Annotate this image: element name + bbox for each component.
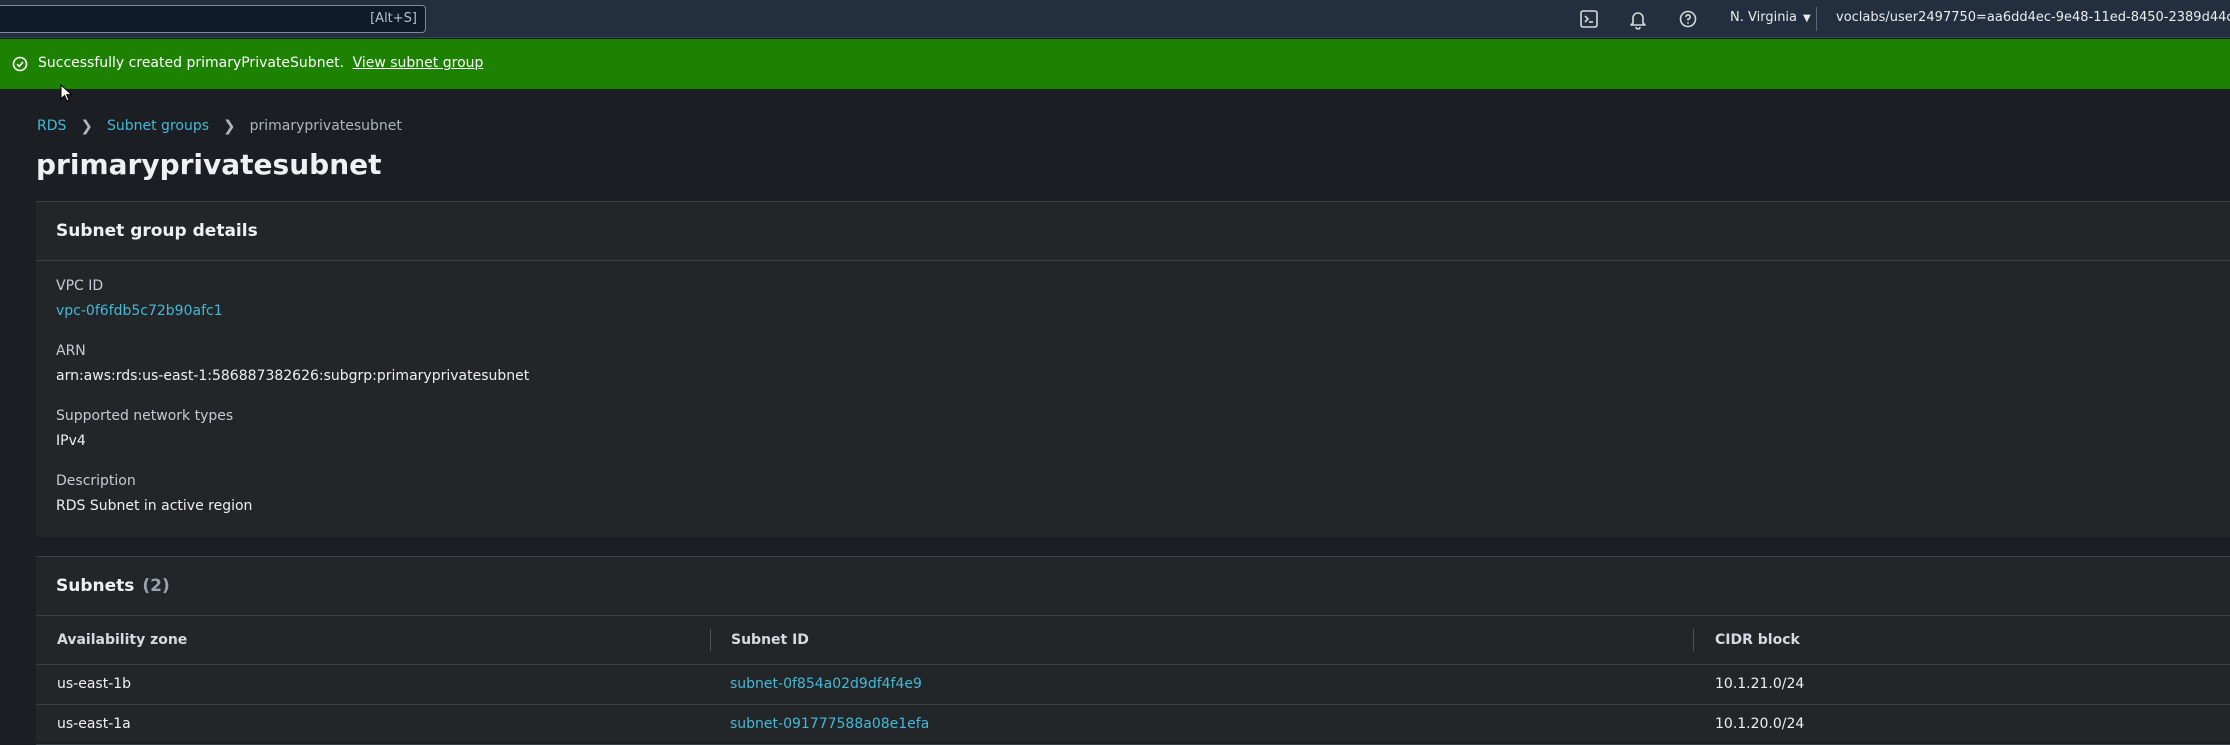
column-divider[interactable] — [710, 629, 711, 651]
subnets-panel-title: Subnets (2) — [56, 576, 170, 596]
breadcrumb: RDS ❯ Subnet groups ❯ primaryprivatesubn… — [37, 117, 402, 135]
vpc-id-link[interactable]: vpc-0f6fdb5c72b90afc1 — [56, 303, 223, 319]
view-subnet-group-link[interactable]: View subnet group — [353, 55, 484, 71]
subnets-panel: Subnets (2) Availability zone Subnet ID C… — [36, 556, 2230, 745]
success-flash-banner: Successfully created primaryPrivateSubne… — [0, 39, 2230, 89]
breadcrumb-current: primaryprivatesubnet — [249, 118, 402, 134]
arn-field: ARN arn:aws:rds:us-east-1:586887382626:s… — [56, 343, 529, 384]
details-panel-header: Subnet group details — [36, 202, 2230, 261]
success-check-icon — [12, 56, 28, 72]
column-divider[interactable] — [1693, 629, 1694, 651]
region-label: N. Virginia — [1730, 10, 1798, 25]
nav-divider — [1816, 7, 1817, 31]
column-availability-zone[interactable]: Availability zone — [57, 632, 187, 648]
table-row: us-east-1a subnet-091777588a08e1efa 10.1… — [36, 705, 2230, 745]
flash-message: Successfully created primaryPrivateSubne… — [38, 55, 483, 71]
subnets-count: (2) — [142, 576, 170, 596]
subnets-panel-header: Subnets (2) — [36, 557, 2230, 616]
column-subnet-id[interactable]: Subnet ID — [731, 632, 809, 648]
description-label: Description — [56, 473, 136, 489]
table-row: us-east-1b subnet-0f854a02d9df4f4e9 10.1… — [36, 665, 2230, 705]
description-field: Description RDS Subnet in active region — [56, 473, 252, 514]
cidr-block-cell: 10.1.20.0/24 — [1715, 716, 1805, 732]
vpc-id-field: VPC ID vpc-0f6fdb5c72b90afc1 — [56, 278, 223, 319]
region-selector[interactable]: N. Virginia ▼ — [1730, 10, 1811, 25]
description-value: RDS Subnet in active region — [56, 498, 253, 514]
network-types-field: Supported network types IPv4 — [56, 408, 233, 449]
cidr-block-cell: 10.1.21.0/24 — [1715, 676, 1805, 692]
subnets-table-header: Availability zone Subnet ID CIDR block — [36, 616, 2230, 665]
subnet-group-details-panel: Subnet group details VPC ID vpc-0f6fdb5c… — [36, 201, 2230, 537]
availability-zone-cell: us-east-1a — [57, 716, 131, 732]
account-menu[interactable]: voclabs/user2497750=aa6dd4ec-9e48-11ed-8… — [1836, 10, 2230, 25]
subnet-id-link[interactable]: subnet-091777588a08e1efa — [730, 716, 929, 732]
bell-icon[interactable] — [1627, 8, 1649, 30]
chevron-right-icon: ❯ — [80, 117, 93, 135]
help-icon[interactable] — [1677, 8, 1699, 30]
network-types-value: IPv4 — [56, 433, 86, 449]
flash-message-text: Successfully created primaryPrivateSubne… — [38, 55, 345, 71]
caret-down-icon: ▼ — [1803, 13, 1811, 24]
subnet-id-link[interactable]: subnet-0f854a02d9df4f4e9 — [730, 676, 922, 692]
breadcrumb-subnet-groups[interactable]: Subnet groups — [107, 118, 209, 134]
details-panel-title: Subnet group details — [56, 221, 258, 241]
vpc-id-label: VPC ID — [56, 278, 104, 294]
column-cidr-block[interactable]: CIDR block — [1715, 632, 1800, 648]
search-input[interactable]: [Alt+S] — [0, 5, 426, 33]
mouse-cursor-icon — [60, 84, 73, 102]
subnets-title: Subnets — [56, 576, 135, 596]
top-navigation: [Alt+S] N. Virginia ▼ voclabs/user2497750… — [0, 0, 2230, 38]
page-title: primaryprivatesubnet — [36, 148, 382, 181]
cloudshell-icon[interactable] — [1578, 8, 1600, 30]
network-types-label: Supported network types — [56, 408, 234, 424]
search-shortcut-hint: [Alt+S] — [370, 11, 417, 26]
arn-label: ARN — [56, 343, 86, 359]
breadcrumb-rds[interactable]: RDS — [37, 118, 66, 134]
arn-value: arn:aws:rds:us-east-1:586887382626:subgr… — [56, 368, 530, 384]
chevron-right-icon: ❯ — [223, 117, 236, 135]
availability-zone-cell: us-east-1b — [57, 676, 132, 692]
